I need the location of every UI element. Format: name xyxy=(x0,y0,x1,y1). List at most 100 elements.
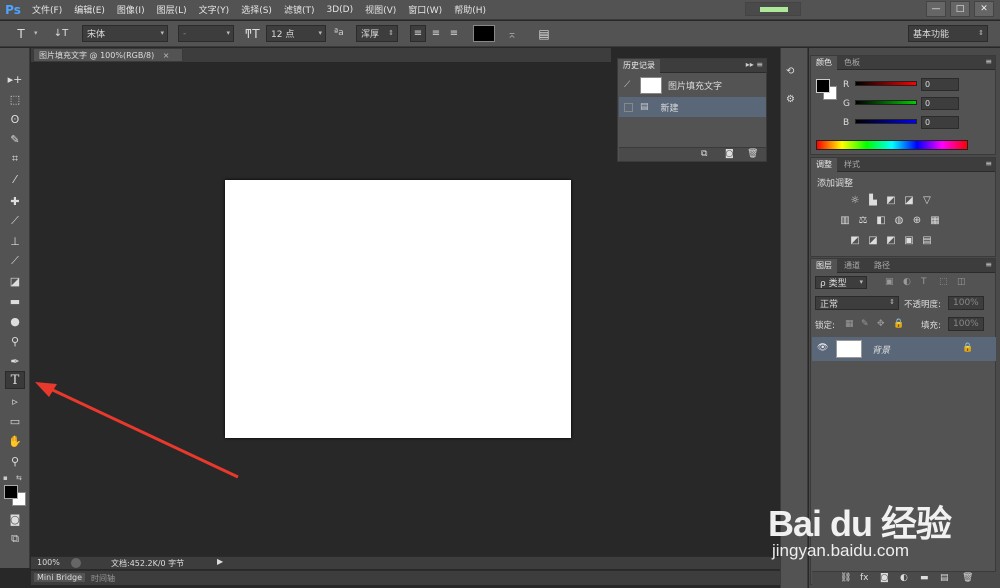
menu-select[interactable]: 选择(S) xyxy=(235,3,278,16)
eraser-tool-icon[interactable]: ◪ xyxy=(5,272,25,290)
tab-color[interactable]: 颜色 xyxy=(811,56,837,70)
healing-brush-tool-icon[interactable]: ✚ xyxy=(5,192,25,210)
maximize-button[interactable]: □ xyxy=(950,1,970,17)
zoom-tool-icon[interactable]: ⚲ xyxy=(5,452,25,470)
history-brush-tool-icon[interactable]: ⟋ xyxy=(5,252,25,270)
menu-image[interactable]: 图像(I) xyxy=(111,3,151,16)
blur-tool-icon[interactable]: ● xyxy=(5,312,25,330)
lock-all-icon[interactable]: 🔒 xyxy=(893,319,904,329)
rectangle-tool-icon[interactable]: ▭ xyxy=(5,412,25,430)
opacity-field[interactable]: 100% xyxy=(948,296,984,310)
color-lookup-icon[interactable]: ▦ xyxy=(929,215,941,226)
swap-colors-icon[interactable]: ⇆ xyxy=(16,474,26,482)
menu-3d[interactable]: 3D(D) xyxy=(320,5,359,15)
levels-icon[interactable]: ▙ xyxy=(867,195,879,206)
history-brush-source-icon[interactable]: ⟋ xyxy=(624,80,636,90)
history-panel-menu-icon[interactable]: ▸▸ ≡ xyxy=(746,60,763,69)
lock-image-icon[interactable]: ✎ xyxy=(861,319,869,329)
brightness-icon[interactable]: ☼ xyxy=(849,195,861,206)
channel-mixer-icon[interactable]: ⊕ xyxy=(911,215,923,226)
properties-panel-icon[interactable]: ⚙ xyxy=(786,94,802,110)
menu-view[interactable]: 视图(V) xyxy=(359,3,402,16)
gradient-map-icon[interactable]: ▤ xyxy=(921,235,933,246)
color-balance-icon[interactable]: ⚖ xyxy=(857,215,869,226)
tab-mini-bridge[interactable]: Mini Bridge xyxy=(34,573,86,582)
filter-adjustment-icon[interactable]: ◐ xyxy=(903,277,911,287)
align-left-icon[interactable]: ≡ xyxy=(410,25,426,42)
status-menu-arrow-icon[interactable]: ▶ xyxy=(217,557,223,566)
gradient-tool-icon[interactable]: ▬ xyxy=(5,292,25,310)
antialias-select[interactable]: 浑厚 ⇕ xyxy=(356,25,398,42)
zoom-level[interactable]: 100% xyxy=(37,558,60,567)
align-right-icon[interactable]: ≡ xyxy=(446,25,462,42)
tab-swatches[interactable]: 色板 xyxy=(839,56,865,70)
selective-color-icon[interactable]: ▣ xyxy=(903,235,915,246)
tab-timeline[interactable]: 时间轴 xyxy=(91,573,115,584)
threshold-icon[interactable]: ◩ xyxy=(885,235,897,246)
document-tab[interactable]: 图片填充文字 @ 100%(RGB/8) × xyxy=(33,48,183,62)
menu-window[interactable]: 窗口(W) xyxy=(402,3,448,16)
channel-g-value[interactable]: 0 xyxy=(921,97,959,110)
new-document-from-state-icon[interactable]: ⧉ xyxy=(701,149,707,159)
menu-edit[interactable]: 编辑(E) xyxy=(68,3,111,16)
screen-mode-icon[interactable]: ⧉ xyxy=(5,530,25,548)
invert-icon[interactable]: ◩ xyxy=(849,235,861,246)
font-size-select[interactable]: 12 点 ▾ xyxy=(266,25,326,42)
channel-b-slider[interactable] xyxy=(855,119,917,124)
warp-text-icon[interactable]: ⌅ xyxy=(504,25,520,42)
path-selection-tool-icon[interactable]: ▹ xyxy=(5,392,25,410)
channel-b-value[interactable]: 0 xyxy=(921,116,959,129)
lock-transparent-icon[interactable]: ▦ xyxy=(845,319,854,329)
default-colors-icon[interactable]: ▪ xyxy=(3,474,13,482)
hand-tool-icon[interactable]: ✋ xyxy=(5,432,25,450)
tab-paths[interactable]: 路径 xyxy=(869,259,895,273)
lasso-tool-icon[interactable]: ʘ xyxy=(5,110,25,128)
color-fg-swatch[interactable] xyxy=(816,79,830,93)
lock-position-icon[interactable]: ✥ xyxy=(877,319,885,329)
blend-mode-select[interactable]: 正常 ⇕ xyxy=(815,296,899,310)
crop-tool-icon[interactable]: ⌗ xyxy=(5,150,25,168)
minimize-button[interactable]: — xyxy=(926,1,946,17)
menu-layer[interactable]: 图层(L) xyxy=(151,3,193,16)
adjustments-panel-menu-icon[interactable]: ≡ xyxy=(985,159,992,168)
type-tool-icon[interactable]: T xyxy=(5,371,25,389)
clone-stamp-tool-icon[interactable]: ⊥ xyxy=(5,232,25,250)
text-orientation-icon[interactable]: ↓T xyxy=(50,25,72,42)
filter-smart-object-icon[interactable]: ◫ xyxy=(957,277,966,287)
brush-tool-icon[interactable]: ⟋ xyxy=(5,212,25,230)
tab-channels[interactable]: 通道 xyxy=(839,259,865,273)
channel-g-slider[interactable] xyxy=(855,100,917,105)
menu-type[interactable]: 文字(Y) xyxy=(193,3,236,16)
font-style-select[interactable]: - ▾ xyxy=(178,25,234,42)
tab-styles[interactable]: 样式 xyxy=(839,158,865,172)
filter-type-icon[interactable]: T xyxy=(921,277,927,287)
quick-select-tool-icon[interactable]: ✎ xyxy=(5,130,25,148)
dodge-tool-icon[interactable]: ⚲ xyxy=(5,332,25,350)
channel-r-slider[interactable] xyxy=(855,81,917,86)
black-white-icon[interactable]: ◧ xyxy=(875,215,887,226)
text-tool-preset-icon[interactable]: T xyxy=(10,25,32,42)
hue-saturation-icon[interactable]: ▥ xyxy=(839,215,851,226)
marquee-tool-icon[interactable]: ⬚ xyxy=(5,90,25,108)
layer-filter-select[interactable]: ρ 类型 ▾ xyxy=(815,276,867,289)
new-snapshot-icon[interactable]: ◙ xyxy=(725,149,734,159)
layer-row-background[interactable]: 👁 背景 🔒 xyxy=(812,337,996,361)
filter-shape-icon[interactable]: ⬚ xyxy=(939,277,948,287)
quick-mask-icon[interactable]: ◙ xyxy=(5,510,25,528)
layers-panel-menu-icon[interactable]: ≡ xyxy=(985,260,992,269)
eyedropper-tool-icon[interactable]: ⁄ xyxy=(5,170,25,188)
history-item-new[interactable]: ▤ 新建 xyxy=(619,97,766,117)
posterize-icon[interactable]: ◪ xyxy=(867,235,879,246)
workspace-select[interactable]: 基本功能 ⇕ xyxy=(908,25,988,42)
color-panel-menu-icon[interactable]: ≡ xyxy=(985,57,992,66)
text-color-swatch[interactable] xyxy=(473,25,495,42)
menu-filter[interactable]: 滤镜(T) xyxy=(278,3,321,16)
vibrance-icon[interactable]: ▽ xyxy=(921,195,933,206)
pen-tool-icon[interactable]: ✒ xyxy=(5,352,25,370)
document-canvas[interactable] xyxy=(225,180,571,438)
fill-field[interactable]: 100% xyxy=(948,317,984,331)
delete-state-icon[interactable]: 🗑 xyxy=(747,149,758,159)
move-tool-icon[interactable]: ▸+ xyxy=(5,70,25,88)
channel-r-value[interactable]: 0 xyxy=(921,78,959,91)
status-info-icon[interactable] xyxy=(71,558,81,568)
